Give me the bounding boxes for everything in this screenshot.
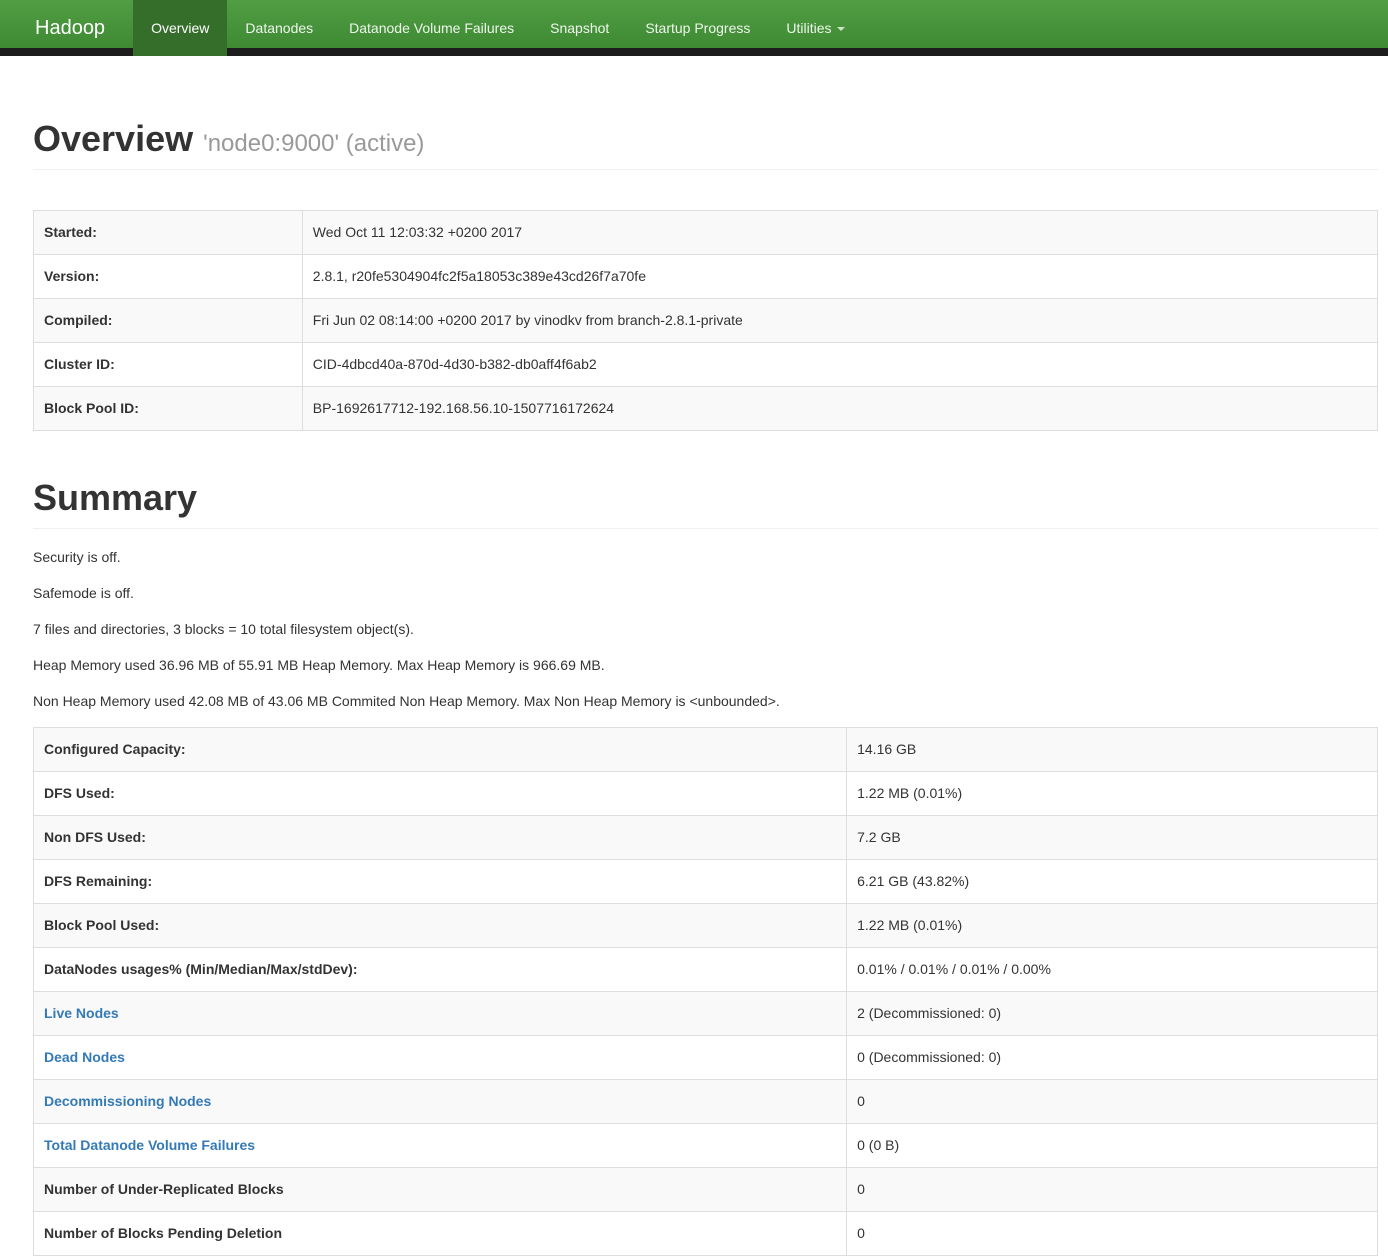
table-row: Compiled:Fri Jun 02 08:14:00 +0200 2017 … xyxy=(34,299,1378,343)
row-label-number-of-blocks-pending-deletion: Number of Blocks Pending Deletion xyxy=(34,1212,847,1256)
row-value: 0 xyxy=(847,1212,1378,1256)
table-row: Block Pool ID:BP-1692617712-192.168.56.1… xyxy=(34,387,1378,431)
overview-section: Overview 'node0:9000' (active) Started:We… xyxy=(33,118,1378,431)
page-title: Overview xyxy=(33,118,193,160)
nav-link-startup-progress[interactable]: Startup Progress xyxy=(627,0,768,56)
row-value: 0 (0 B) xyxy=(847,1124,1378,1168)
nav-link-datanodes[interactable]: Datanodes xyxy=(227,0,331,56)
summary-header: Summary xyxy=(33,477,1378,529)
table-row: Total Datanode Volume Failures 0 (0 B) xyxy=(34,1124,1378,1168)
row-value: 2.8.1, r20fe5304904fc2f5a18053c389e43cd2… xyxy=(302,255,1377,299)
summary-paragraphs: Security is off. Safemode is off. 7 files … xyxy=(33,547,1378,711)
row-value: 0 (Decommissioned: 0) xyxy=(847,1036,1378,1080)
row-label-number-of-under-replicated-blocks: Number of Under-Replicated Blocks xyxy=(34,1168,847,1212)
row-label-total-datanode-volume-failures: Total Datanode Volume Failures xyxy=(34,1124,847,1168)
nav-item-overview: Overview xyxy=(133,0,227,48)
overview-table: Started:Wed Oct 11 12:03:32 +0200 2017Ve… xyxy=(33,210,1378,431)
nav-link-snapshot[interactable]: Snapshot xyxy=(532,0,627,56)
table-row: DFS Remaining:6.21 GB (43.82%) xyxy=(34,860,1378,904)
overview-table-body: Started:Wed Oct 11 12:03:32 +0200 2017Ve… xyxy=(34,211,1378,431)
nav-link-datanode-volume-failures[interactable]: Datanode Volume Failures xyxy=(331,0,532,56)
overview-header: Overview 'node0:9000' (active) xyxy=(33,118,1378,170)
row-value: 0 xyxy=(847,1168,1378,1212)
nav-item-startup-progress: Startup Progress xyxy=(627,0,768,48)
table-row: Cluster ID:CID-4dbcd40a-870d-4d30-b382-d… xyxy=(34,343,1378,387)
row-label-decommissioning-nodes: Decommissioning Nodes xyxy=(34,1080,847,1124)
summary-paragraph: 7 files and directories, 3 blocks = 10 t… xyxy=(33,619,1378,639)
table-row: Started:Wed Oct 11 12:03:32 +0200 2017 xyxy=(34,211,1378,255)
row-value: 14.16 GB xyxy=(847,728,1378,772)
chevron-down-icon xyxy=(837,27,845,31)
nav-link-overview[interactable]: Overview xyxy=(133,0,227,56)
table-row: Decommissioning Nodes 0 xyxy=(34,1080,1378,1124)
summary-table-body: Configured Capacity:14.16 GBDFS Used:1.2… xyxy=(34,728,1378,1256)
row-label-dfs-used: DFS Used: xyxy=(34,772,847,816)
nav-item-utilities: Utilities xyxy=(768,0,862,48)
summary-section: Summary Security is off. Safemode is off.… xyxy=(33,477,1378,1256)
row-value: 2 (Decommissioned: 0) xyxy=(847,992,1378,1036)
row-value: Wed Oct 11 12:03:32 +0200 2017 xyxy=(302,211,1377,255)
nav-item-datanodes: Datanodes xyxy=(227,0,331,48)
row-label-datanodes-usages-min-median-max-stddev: DataNodes usages% (Min/Median/Max/stdDev… xyxy=(34,948,847,992)
row-label-compiled: Compiled: xyxy=(34,299,303,343)
row-label-dfs-remaining: DFS Remaining: xyxy=(34,860,847,904)
row-label-block-pool-id: Block Pool ID: xyxy=(34,387,303,431)
row-value: BP-1692617712-192.168.56.10-150771617262… xyxy=(302,387,1377,431)
table-row: Configured Capacity:14.16 GB xyxy=(34,728,1378,772)
table-row: Number of Blocks Pending Deletion0 xyxy=(34,1212,1378,1256)
row-label-dead-nodes: Dead Nodes xyxy=(34,1036,847,1080)
table-row: DataNodes usages% (Min/Median/Max/stdDev… xyxy=(34,948,1378,992)
table-row: Live Nodes 2 (Decommissioned: 0) xyxy=(34,992,1378,1036)
row-label-live-nodes: Live Nodes xyxy=(34,992,847,1036)
row-value: 0 xyxy=(847,1080,1378,1124)
navbar: Hadoop OverviewDatanodesDatanode Volume … xyxy=(0,0,1388,56)
table-row: DFS Used:1.22 MB (0.01%) xyxy=(34,772,1378,816)
row-label-block-pool-used: Block Pool Used: xyxy=(34,904,847,948)
decommissioning-nodes-link[interactable]: Decommissioning Nodes xyxy=(44,1093,211,1109)
summary-paragraph: Heap Memory used 36.96 MB of 55.91 MB He… xyxy=(33,655,1378,675)
nav-link-utilities[interactable]: Utilities xyxy=(768,0,862,56)
row-value: 6.21 GB (43.82%) xyxy=(847,860,1378,904)
row-value: 0.01% / 0.01% / 0.01% / 0.00% xyxy=(847,948,1378,992)
live-nodes-link[interactable]: Live Nodes xyxy=(44,1005,119,1021)
row-value: CID-4dbcd40a-870d-4d30-b382-db0aff4f6ab2 xyxy=(302,343,1377,387)
table-row: Non DFS Used:7.2 GB xyxy=(34,816,1378,860)
table-row: Dead Nodes 0 (Decommissioned: 0) xyxy=(34,1036,1378,1080)
navbar-menu: OverviewDatanodesDatanode Volume Failure… xyxy=(133,0,862,48)
summary-paragraph: Safemode is off. xyxy=(33,583,1378,603)
row-label-cluster-id: Cluster ID: xyxy=(34,343,303,387)
row-label-non-dfs-used: Non DFS Used: xyxy=(34,816,847,860)
dead-nodes-link[interactable]: Dead Nodes xyxy=(44,1049,125,1065)
summary-title: Summary xyxy=(33,477,197,519)
navbar-brand[interactable]: Hadoop xyxy=(0,0,133,48)
row-label-configured-capacity: Configured Capacity: xyxy=(34,728,847,772)
summary-table: Configured Capacity:14.16 GBDFS Used:1.2… xyxy=(33,727,1378,1256)
namenode-address-subtitle: 'node0:9000' (active) xyxy=(203,130,424,157)
row-label-started: Started: xyxy=(34,211,303,255)
row-value: 1.22 MB (0.01%) xyxy=(847,904,1378,948)
table-row: Block Pool Used:1.22 MB (0.01%) xyxy=(34,904,1378,948)
summary-paragraph: Non Heap Memory used 42.08 MB of 43.06 M… xyxy=(33,691,1378,711)
page-container: Overview 'node0:9000' (active) Started:We… xyxy=(33,118,1378,1256)
table-row: Version:2.8.1, r20fe5304904fc2f5a18053c3… xyxy=(34,255,1378,299)
row-value: 7.2 GB xyxy=(847,816,1378,860)
nav-item-datanode-volume-failures: Datanode Volume Failures xyxy=(331,0,532,48)
row-value: 1.22 MB (0.01%) xyxy=(847,772,1378,816)
table-row: Number of Under-Replicated Blocks0 xyxy=(34,1168,1378,1212)
row-label-version: Version: xyxy=(34,255,303,299)
summary-paragraph: Security is off. xyxy=(33,547,1378,567)
total-datanode-volume-failures-link[interactable]: Total Datanode Volume Failures xyxy=(44,1137,255,1153)
nav-item-snapshot: Snapshot xyxy=(532,0,627,48)
row-value: Fri Jun 02 08:14:00 +0200 2017 by vinodk… xyxy=(302,299,1377,343)
